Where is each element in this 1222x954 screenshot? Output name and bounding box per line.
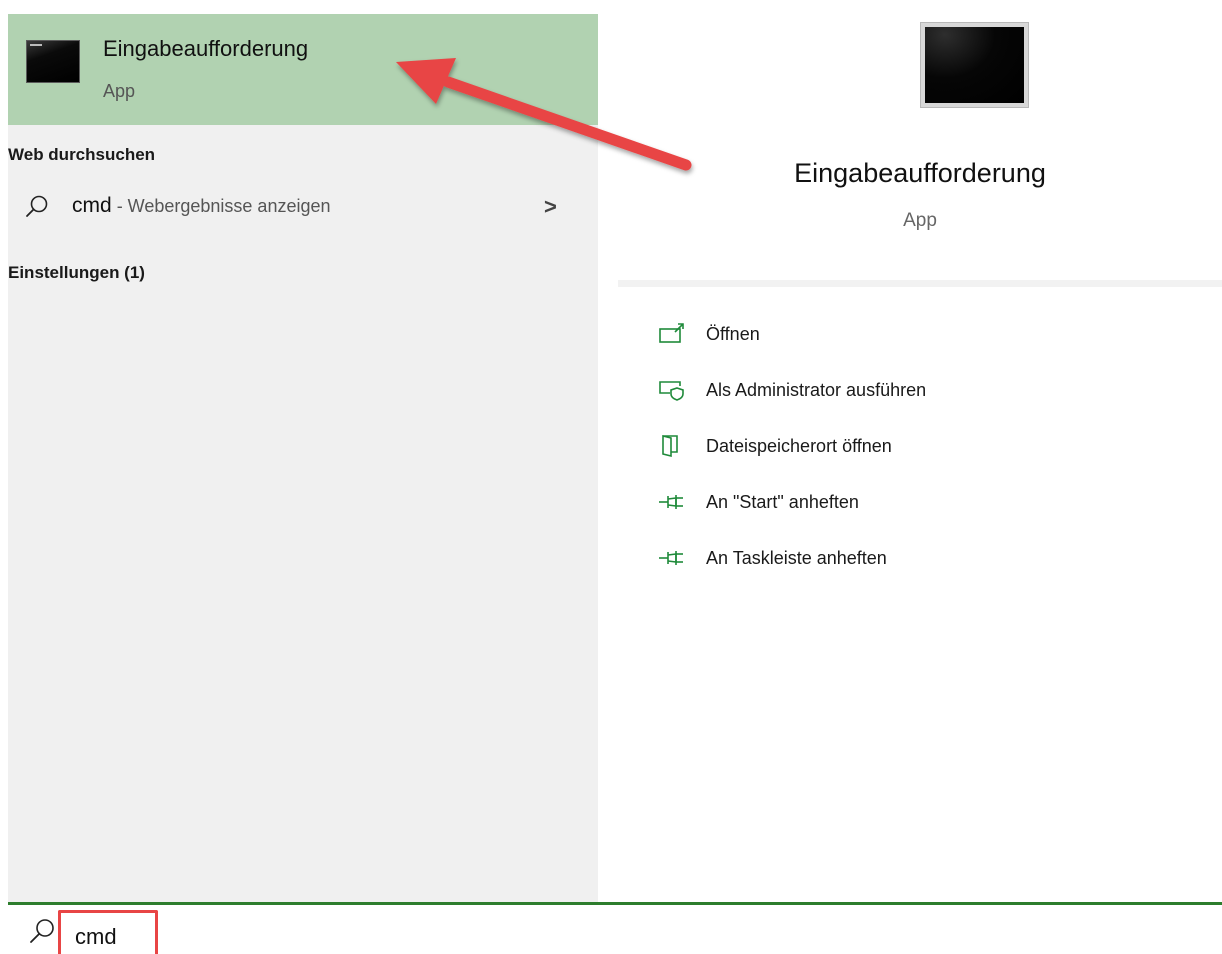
- preview-pane: Eingabeaufforderung App Öffnen Als Admin: [618, 14, 1222, 902]
- best-match-title: Eingabeaufforderung: [103, 36, 309, 61]
- search-icon: [28, 917, 56, 950]
- web-section-header: Web durchsuchen: [8, 145, 156, 164]
- action-open[interactable]: Öffnen: [658, 320, 1158, 356]
- open-window-icon: [658, 322, 686, 346]
- search-input[interactable]: cmd: [75, 924, 117, 950]
- action-label: An Taskleiste anheften: [706, 548, 887, 568]
- search-bar[interactable]: cmd: [8, 902, 1222, 954]
- chevron-right-icon[interactable]: >: [544, 194, 557, 220]
- action-pin-to-taskbar[interactable]: An Taskleiste anheften: [658, 544, 1158, 580]
- best-match-result[interactable]: Eingabeaufforderung App: [8, 14, 598, 125]
- action-label: An "Start" anheften: [706, 492, 859, 512]
- web-result-query: cmd: [72, 194, 112, 217]
- action-pin-to-start[interactable]: An "Start" anheften: [658, 488, 1158, 524]
- search-query-highlight: cmd: [58, 910, 158, 954]
- action-label: Dateispeicherort öffnen: [706, 436, 892, 456]
- preview-subtitle: App: [903, 210, 937, 231]
- preview-title: Eingabeaufforderung: [794, 158, 1046, 188]
- pin-icon: [658, 490, 686, 514]
- file-location-icon: [658, 434, 686, 458]
- action-run-as-admin[interactable]: Als Administrator ausführen: [658, 376, 1158, 412]
- best-match-subtitle: App: [103, 81, 136, 101]
- pin-icon: [658, 546, 686, 570]
- action-label: Öffnen: [706, 324, 760, 344]
- action-label: Als Administrator ausführen: [706, 380, 927, 400]
- preview-header: Eingabeaufforderung App: [618, 14, 1222, 280]
- results-pane: Eingabeaufforderung App Web durchsuchen …: [8, 14, 598, 902]
- web-search-result[interactable]: cmd - Webergebnisse anzeigen >: [8, 190, 598, 234]
- command-prompt-preview-icon: [920, 22, 1029, 108]
- web-result-text: cmd - Webergebnisse anzeigen: [72, 194, 331, 218]
- action-open-file-location[interactable]: Dateispeicherort öffnen: [658, 432, 1158, 468]
- preview-divider: [618, 280, 1222, 287]
- search-icon: [24, 194, 50, 225]
- web-result-suffix: - Webergebnisse anzeigen: [111, 196, 331, 216]
- settings-section-header[interactable]: Einstellungen (1): [8, 263, 145, 283]
- command-prompt-app-icon: [26, 40, 80, 83]
- shield-run-icon: [658, 378, 686, 402]
